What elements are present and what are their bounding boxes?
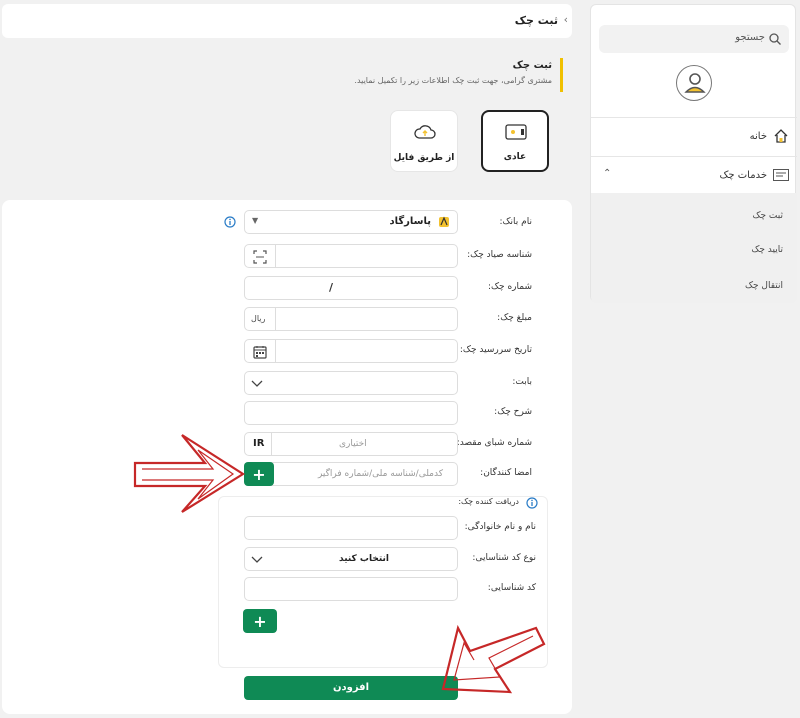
sayad-label: شناسه صیاد چک: <box>467 250 532 260</box>
receiver-title: دریافت کننده چک: <box>455 497 522 506</box>
sheba-prefix: IR <box>253 438 265 449</box>
plus-icon: + <box>253 611 267 631</box>
sidebar-item-home[interactable]: خانه <box>591 118 797 156</box>
currency-label: ریال <box>251 314 266 323</box>
breadcrumb-title: ثبت چک <box>514 14 558 27</box>
sidebar-item-cheque-services[interactable]: خدمات چک ⌃ <box>591 157 797 193</box>
id-type-select[interactable]: انتخاب کنید <box>244 547 458 571</box>
id-type-label: نوع کد شناسایی: <box>472 553 536 563</box>
submenu-item-confirm-cheque[interactable]: تایید چک <box>751 245 783 255</box>
breadcrumb-bar: ‹ ثبت چک <box>2 4 572 38</box>
id-type-value: انتخاب کنید <box>339 554 389 564</box>
search-placeholder: جستجو <box>735 32 765 43</box>
cheque-icon <box>773 169 789 181</box>
add-signer-button[interactable]: + <box>244 462 274 486</box>
signers-label: امضا کنندگان: <box>480 468 532 478</box>
amount-label: مبلغ چک: <box>497 313 532 323</box>
option-regular-card[interactable]: عادی <box>481 110 549 172</box>
heading-accent <box>560 58 563 92</box>
home-icon <box>774 129 788 143</box>
scan-icon[interactable] <box>253 250 267 264</box>
user-icon <box>684 73 706 93</box>
sidebar: جستجو خانه خدمات چک ⌃ ثبت چک تایید چک ان… <box>590 4 797 303</box>
option-label: عادی <box>503 152 527 162</box>
id-code-field[interactable] <box>244 577 458 601</box>
reason-select[interactable] <box>244 371 458 395</box>
sayad-field[interactable] <box>244 244 458 268</box>
chevron-up-icon[interactable]: ⌃ <box>603 168 611 179</box>
avatar[interactable] <box>676 65 712 101</box>
plus-icon: + <box>252 464 266 484</box>
cheque-number-label: شماره چک: <box>487 282 532 292</box>
submit-label: افزودن <box>332 682 370 693</box>
sheba-label: شماره شبای مقصد: <box>456 438 532 448</box>
bank-logo-icon <box>439 216 449 227</box>
submenu-item-register-cheque[interactable]: ثبت چک <box>752 211 783 221</box>
add-receiver-button[interactable]: + <box>243 609 277 633</box>
id-code-label: کد شناسایی: <box>487 583 536 593</box>
info-icon[interactable] <box>224 216 236 228</box>
search-icon <box>769 33 781 45</box>
sheba-field[interactable]: IR اختیاری <box>244 432 458 456</box>
signers-placeholder: کدملی/شناسه ملی/شماره فراگیر <box>317 469 443 479</box>
option-file-card[interactable]: از طریق فایل <box>390 110 458 172</box>
page-subtitle: مشتری گرامی، جهت ثبت چک اطلاعات زیر را ت… <box>354 76 552 85</box>
bank-select[interactable]: ▼ پاسارگاد <box>244 210 458 234</box>
submenu-item-transfer-cheque[interactable]: انتقال چک <box>745 281 783 291</box>
amount-field[interactable]: ریال <box>244 307 458 331</box>
submit-button[interactable]: افزودن <box>244 676 458 700</box>
sidebar-item-label: خانه <box>749 131 767 142</box>
info-icon[interactable] <box>526 497 538 509</box>
cheque-icon <box>505 124 527 140</box>
description-label: شرح چک: <box>494 407 532 417</box>
cheque-number-separator: / <box>329 281 334 294</box>
sidebar-item-label: خدمات چک <box>719 170 767 181</box>
due-date-field[interactable] <box>244 339 458 363</box>
search-input[interactable]: جستجو <box>599 25 789 53</box>
chevron-down-icon <box>251 556 263 563</box>
caret-down-icon: ▼ <box>252 216 259 225</box>
submenu: ثبت چک تایید چک انتقال چک <box>591 193 797 303</box>
due-date-label: تاریخ سررسید چک: <box>459 345 532 355</box>
reason-label: بابت: <box>512 377 532 387</box>
chevron-left-icon[interactable]: ‹ <box>564 13 568 26</box>
sheba-placeholder: اختیاری <box>339 439 367 449</box>
signers-input[interactable]: کدملی/شناسه ملی/شماره فراگیر <box>244 462 458 486</box>
receiver-name-field[interactable] <box>244 516 458 540</box>
page-title: ثبت چک <box>512 60 552 71</box>
bank-label: نام بانک: <box>499 217 532 227</box>
cheque-number-field[interactable]: / <box>244 276 458 300</box>
description-field[interactable] <box>244 401 458 425</box>
calendar-icon[interactable] <box>253 345 267 359</box>
name-label: نام و نام خانوادگی: <box>464 522 536 532</box>
cloud-upload-icon <box>414 125 436 139</box>
option-label: از طریق فایل <box>393 153 455 163</box>
chevron-down-icon <box>251 380 263 387</box>
bank-value: پاسارگاد <box>389 216 431 227</box>
